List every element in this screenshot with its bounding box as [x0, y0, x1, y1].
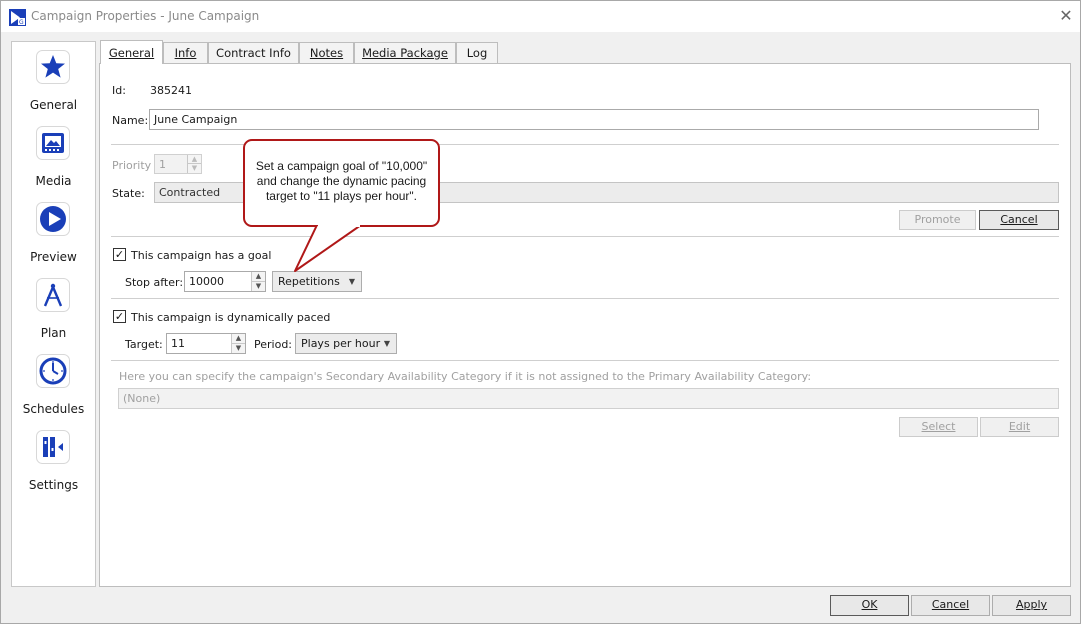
nav-label: General	[29, 98, 78, 112]
separator	[111, 360, 1059, 361]
chevron-down-icon: ▼	[348, 277, 355, 286]
tab-label: General	[108, 46, 155, 60]
button-label: Apply	[1015, 598, 1048, 611]
nav-item-settings[interactable]: Settings	[12, 424, 95, 500]
edit-button[interactable]: Edit	[980, 417, 1059, 437]
select-button[interactable]: Select	[899, 417, 978, 437]
tab-label: Media Package	[362, 46, 448, 60]
target-value: 11	[171, 337, 185, 350]
tab-label: Notes	[309, 46, 344, 60]
stop-after-spinner: ▲ ▼	[251, 272, 265, 291]
tab-notes[interactable]: Notes	[299, 42, 354, 64]
name-label: Name:	[112, 114, 149, 127]
goal-checkbox[interactable]: ✓	[113, 248, 126, 261]
button-label: Select	[921, 420, 956, 433]
media-icon	[36, 126, 70, 160]
close-icon[interactable]: ✕	[1054, 4, 1078, 28]
cancel-state-button[interactable]: Cancel	[979, 210, 1059, 230]
period-value: Plays per hour	[301, 337, 381, 350]
tab-contract-info[interactable]: Contract Info	[208, 42, 299, 64]
cancel-button[interactable]: Cancel	[911, 595, 990, 616]
nav-label: Settings	[28, 478, 79, 492]
spin-up-icon[interactable]: ▲	[188, 155, 201, 164]
paced-checkbox-label: This campaign is dynamically paced	[131, 311, 331, 324]
settings-icon	[36, 430, 70, 464]
target-stepper[interactable]: 11 ▲ ▼	[166, 333, 246, 354]
secondary-category-text: Here you can specify the campaign's Seco…	[119, 370, 812, 383]
target-label: Target:	[125, 338, 163, 351]
period-label: Period:	[254, 338, 293, 351]
tab-media-package[interactable]: Media Package	[354, 42, 456, 64]
callout-pointer	[294, 225, 362, 272]
stop-after-stepper[interactable]: 10000 ▲ ▼	[184, 271, 266, 292]
tab-log[interactable]: Log	[456, 42, 498, 64]
secondary-category-field: (None)	[118, 388, 1059, 409]
nav-label: Media	[35, 174, 72, 188]
nav-label: Schedules	[22, 402, 85, 416]
priority-stepper[interactable]: 1 ▲ ▼	[154, 154, 202, 174]
spin-up-icon[interactable]: ▲	[232, 334, 245, 344]
spin-down-icon[interactable]: ▼	[188, 164, 201, 173]
button-label: Cancel	[931, 598, 970, 611]
priority-label: Priority	[112, 159, 152, 172]
nav-item-preview[interactable]: Preview	[12, 196, 95, 272]
nav-item-media[interactable]: Media	[12, 120, 95, 196]
dialog-window: G Campaign Properties - June Campaign ✕ …	[0, 0, 1081, 624]
state-label: State:	[112, 187, 145, 200]
spin-down-icon[interactable]: ▼	[232, 343, 245, 353]
nav-item-schedules[interactable]: Schedules	[12, 348, 95, 424]
nav-item-plan[interactable]: Plan	[12, 272, 95, 348]
tab-label: Log	[466, 46, 488, 60]
button-label: Edit	[1008, 420, 1031, 433]
paced-checkbox[interactable]: ✓	[113, 310, 126, 323]
spin-up-icon[interactable]: ▲	[252, 272, 265, 282]
svg-text:G: G	[19, 19, 24, 26]
instruction-callout: Set a campaign goal of "10,000" and chan…	[243, 139, 440, 227]
target-spinner: ▲ ▼	[231, 334, 245, 353]
play-icon	[36, 202, 70, 236]
goal-checkbox-label: This campaign has a goal	[131, 249, 272, 262]
priority-value: 1	[159, 158, 166, 171]
star-icon	[36, 50, 70, 84]
nav-item-general[interactable]: General	[12, 44, 95, 120]
goal-unit-value: Repetitions	[278, 275, 340, 288]
id-label: Id:	[112, 84, 126, 97]
left-nav: General Media Preview Plan Schedules Set…	[11, 41, 96, 587]
tab-label: Info	[174, 46, 197, 60]
period-select[interactable]: Plays per hour ▼	[295, 333, 397, 354]
nav-label: Plan	[40, 326, 67, 340]
button-label: OK	[861, 598, 878, 611]
nav-label: Preview	[30, 250, 77, 264]
priority-spinner: ▲ ▼	[187, 155, 201, 173]
name-input[interactable]: June Campaign	[149, 109, 1039, 130]
chevron-down-icon: ▼	[383, 339, 390, 348]
window-title: Campaign Properties - June Campaign	[31, 9, 260, 23]
compass-icon	[36, 278, 70, 312]
callout-text: Set a campaign goal of "10,000" and chan…	[255, 159, 428, 203]
button-label: Cancel	[1000, 213, 1038, 226]
spin-down-icon[interactable]: ▼	[252, 281, 265, 291]
apply-button[interactable]: Apply	[992, 595, 1071, 616]
tab-info[interactable]: Info	[163, 42, 208, 64]
clock-icon	[36, 354, 70, 388]
id-value: 385241	[150, 84, 192, 97]
promote-button[interactable]: Promote	[899, 210, 976, 230]
app-logo-icon: G	[9, 9, 26, 26]
separator	[111, 236, 1059, 237]
title-bar: G Campaign Properties - June Campaign ✕	[1, 1, 1080, 32]
tab-general[interactable]: General	[100, 40, 163, 64]
ok-button[interactable]: OK	[830, 595, 909, 616]
stop-after-label: Stop after:	[125, 276, 184, 289]
stop-after-value: 10000	[189, 275, 224, 288]
goal-unit-select[interactable]: Repetitions ▼	[272, 271, 362, 292]
tab-label: Contract Info	[216, 46, 291, 60]
separator	[111, 298, 1059, 299]
